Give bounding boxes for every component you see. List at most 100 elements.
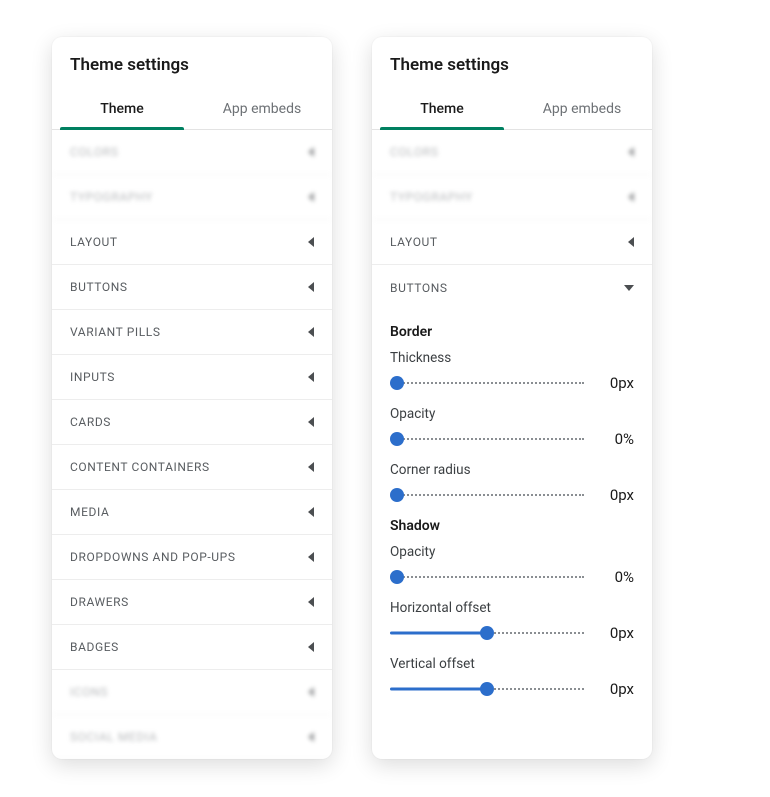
row-label: LAYOUT	[70, 235, 118, 249]
row-label: INPUTS	[70, 370, 115, 384]
row-label: DROPDOWNS AND POP-UPS	[70, 550, 236, 564]
caret-left-icon	[308, 372, 314, 382]
row-inputs[interactable]: INPUTS	[52, 355, 332, 400]
caret-left-icon	[308, 327, 314, 337]
row-drawers[interactable]: DRAWERS	[52, 580, 332, 625]
slider-track	[487, 688, 584, 690]
shadow-opacity-slider[interactable]	[390, 569, 584, 585]
caret-left-icon	[308, 462, 314, 472]
row-label: COLORS	[70, 145, 119, 159]
caret-left-icon	[308, 282, 314, 292]
horizontal-offset-slider[interactable]	[390, 625, 584, 641]
slider-thumb[interactable]	[480, 626, 494, 640]
slider-thumb[interactable]	[480, 682, 494, 696]
settings-list: COLORS TYPOGRAPHY LAYOUT BUTTONS Border …	[372, 130, 652, 759]
control-value: 0px	[596, 624, 634, 642]
row-label: MEDIA	[70, 505, 109, 519]
row-cards[interactable]: CARDS	[52, 400, 332, 445]
row-label: CONTENT CONTAINERS	[70, 460, 210, 474]
caret-left-icon	[308, 687, 314, 697]
row-label: CARDS	[70, 415, 111, 429]
row-label: SOCIAL MEDIA	[70, 730, 157, 744]
thickness-slider[interactable]	[390, 375, 584, 391]
row-icons[interactable]: ICONS	[52, 670, 332, 715]
control-value: 0px	[596, 374, 634, 392]
row-typography[interactable]: TYPOGRAPHY	[52, 175, 332, 220]
panel-title: Theme settings	[390, 55, 634, 75]
control-label: Thickness	[390, 350, 634, 366]
group-title-border: Border	[390, 324, 634, 340]
slider-track	[396, 438, 584, 440]
slider-track	[396, 576, 584, 578]
control-label: Opacity	[390, 406, 634, 422]
tab-theme[interactable]: Theme	[52, 91, 192, 129]
control-value: 0%	[596, 430, 634, 448]
caret-left-icon	[308, 597, 314, 607]
row-social-media[interactable]: SOCIAL MEDIA	[52, 715, 332, 759]
panel-title: Theme settings	[70, 55, 314, 75]
control-corner-radius: Corner radius 0px	[390, 462, 634, 504]
caret-left-icon	[628, 237, 634, 247]
row-colors[interactable]: COLORS	[372, 130, 652, 175]
row-badges[interactable]: BADGES	[52, 625, 332, 670]
caret-down-icon	[624, 285, 634, 291]
slider-fill	[390, 688, 487, 691]
slider-track	[396, 494, 584, 496]
control-opacity: Opacity 0%	[390, 406, 634, 448]
row-label: BADGES	[70, 640, 119, 654]
row-layout[interactable]: LAYOUT	[52, 220, 332, 265]
caret-left-icon	[308, 417, 314, 427]
slider-thumb[interactable]	[390, 570, 404, 584]
row-content-containers[interactable]: CONTENT CONTAINERS	[52, 445, 332, 490]
corner-radius-slider[interactable]	[390, 487, 584, 503]
row-typography[interactable]: TYPOGRAPHY	[372, 175, 652, 220]
buttons-settings: Border Thickness 0px Opacity	[372, 310, 652, 698]
row-label: COLORS	[390, 145, 439, 159]
slider-track	[396, 382, 584, 384]
tabs: Theme App embeds	[52, 91, 332, 130]
control-vertical-offset: Vertical offset 0px	[390, 656, 634, 698]
row-dropdowns[interactable]: DROPDOWNS AND POP-UPS	[52, 535, 332, 580]
group-title-shadow: Shadow	[390, 518, 634, 534]
row-layout[interactable]: LAYOUT	[372, 220, 652, 265]
caret-left-icon	[308, 192, 314, 202]
control-label: Horizontal offset	[390, 600, 634, 616]
row-label: BUTTONS	[70, 280, 128, 294]
tabs: Theme App embeds	[372, 91, 652, 130]
vertical-offset-slider[interactable]	[390, 681, 584, 697]
control-value: 0px	[596, 486, 634, 504]
slider-fill	[390, 632, 487, 635]
control-label: Vertical offset	[390, 656, 634, 672]
row-label: DRAWERS	[70, 595, 129, 609]
row-buttons[interactable]: BUTTONS	[372, 265, 652, 310]
caret-left-icon	[628, 192, 634, 202]
control-thickness: Thickness 0px	[390, 350, 634, 392]
row-label: BUTTONS	[390, 281, 448, 295]
tab-theme[interactable]: Theme	[372, 91, 512, 129]
tab-app-embeds[interactable]: App embeds	[512, 91, 652, 129]
caret-left-icon	[308, 552, 314, 562]
theme-settings-panel-expanded: Theme settings Theme App embeds COLORS T…	[372, 37, 652, 759]
row-variant-pills[interactable]: VARIANT PILLS	[52, 310, 332, 355]
tab-app-embeds[interactable]: App embeds	[192, 91, 332, 129]
row-label: LAYOUT	[390, 235, 438, 249]
slider-thumb[interactable]	[390, 488, 404, 502]
row-label: TYPOGRAPHY	[390, 190, 473, 204]
row-label: TYPOGRAPHY	[70, 190, 153, 204]
control-value: 0px	[596, 680, 634, 698]
row-buttons[interactable]: BUTTONS	[52, 265, 332, 310]
control-label: Corner radius	[390, 462, 634, 478]
control-horizontal-offset: Horizontal offset 0px	[390, 600, 634, 642]
caret-left-icon	[308, 732, 314, 742]
row-label: VARIANT PILLS	[70, 325, 161, 339]
caret-left-icon	[308, 147, 314, 157]
caret-left-icon	[308, 237, 314, 247]
caret-left-icon	[628, 147, 634, 157]
control-value: 0%	[596, 568, 634, 586]
opacity-slider[interactable]	[390, 431, 584, 447]
slider-thumb[interactable]	[390, 432, 404, 446]
row-label: ICONS	[70, 685, 108, 699]
slider-thumb[interactable]	[390, 376, 404, 390]
row-colors[interactable]: COLORS	[52, 130, 332, 175]
row-media[interactable]: MEDIA	[52, 490, 332, 535]
